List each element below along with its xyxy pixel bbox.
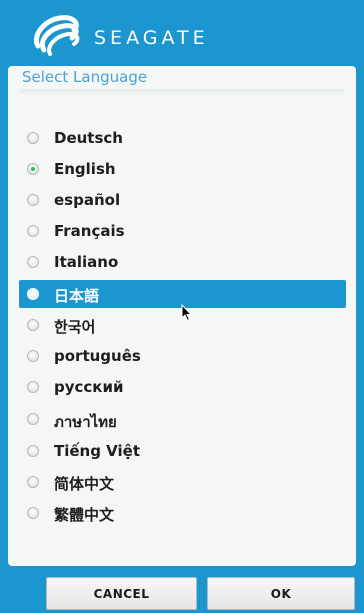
language-label: español <box>54 191 121 209</box>
language-label: 日本語 <box>54 287 100 305</box>
language-option[interactable]: русский <box>19 373 346 401</box>
radio-button[interactable] <box>27 163 39 175</box>
language-option[interactable]: Deutsch <box>19 124 346 152</box>
language-label: русский <box>54 378 124 396</box>
language-label: Français <box>54 222 125 240</box>
radio-button[interactable] <box>27 194 39 206</box>
header-bar: SEAGATE <box>0 0 364 66</box>
radio-button[interactable] <box>27 225 39 237</box>
mouse-cursor-icon <box>181 304 193 322</box>
language-label: Italiano <box>54 253 119 271</box>
language-label: português <box>54 347 141 365</box>
language-option[interactable]: Italiano <box>19 248 346 276</box>
radio-button[interactable] <box>27 288 39 300</box>
language-option[interactable]: Français <box>19 217 346 245</box>
language-option[interactable]: português <box>19 342 346 370</box>
language-label: ภาษาไทย <box>54 413 117 431</box>
radio-button[interactable] <box>27 132 39 144</box>
language-option[interactable]: Tiếng Việt <box>19 437 346 465</box>
language-label: English <box>54 160 116 178</box>
seagate-logo-icon <box>34 15 80 56</box>
language-option[interactable]: 繁體中文 <box>19 499 346 527</box>
ok-button[interactable]: OK <box>207 577 355 610</box>
language-label: 繁體中文 <box>54 506 115 524</box>
language-label: Tiếng Việt <box>54 442 141 460</box>
title-divider <box>20 89 344 95</box>
radio-button[interactable] <box>27 476 39 488</box>
language-label: Deutsch <box>54 129 123 147</box>
language-label: 한국어 <box>54 318 96 336</box>
radio-button[interactable] <box>27 256 39 268</box>
language-label: 简体中文 <box>54 475 115 493</box>
language-option[interactable]: English <box>19 155 346 183</box>
seagate-logo: SEAGATE <box>30 12 209 58</box>
radio-button[interactable] <box>27 413 39 425</box>
radio-button[interactable] <box>27 507 39 519</box>
radio-button[interactable] <box>27 381 39 393</box>
brand-name: SEAGATE <box>94 27 209 49</box>
radio-button[interactable] <box>27 445 39 457</box>
radio-button[interactable] <box>27 350 39 362</box>
language-option[interactable]: ภาษาไทย <box>19 405 346 433</box>
panel-title: Select Language <box>22 68 148 86</box>
radio-button[interactable] <box>27 319 39 331</box>
language-option[interactable]: 简体中文 <box>19 468 346 496</box>
language-option[interactable]: español <box>19 186 346 214</box>
cancel-button[interactable]: CANCEL <box>46 577 197 610</box>
